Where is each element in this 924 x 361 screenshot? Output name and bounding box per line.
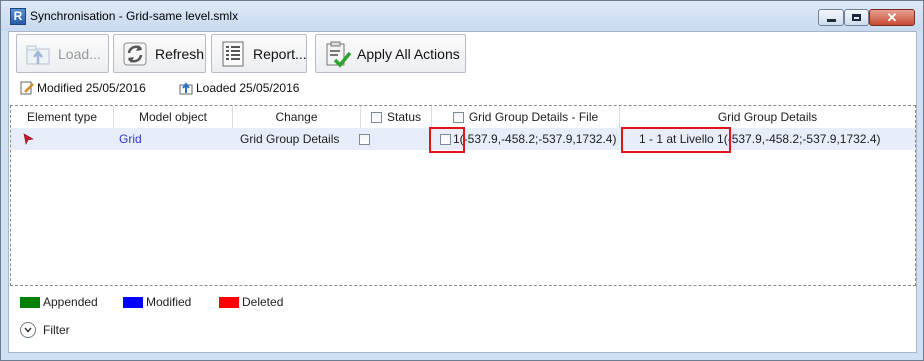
column-header-grid-group-details[interactable]: Grid Group Details — [620, 106, 915, 128]
legend-label: Deleted — [242, 295, 284, 309]
legend-label: Appended — [43, 295, 98, 309]
loaded-date: Loaded 25/05/2016 — [196, 81, 300, 95]
synchronisation-window: R Synchronisation - Grid-same level.smlx… — [0, 0, 924, 361]
title-bar[interactable]: R Synchronisation - Grid-same level.smlx… — [1, 1, 923, 31]
synchronisation-grid[interactable]: Element type Model object Change Status … — [10, 105, 916, 286]
column-header-model-object[interactable]: Model object — [114, 106, 233, 128]
legend-swatch-appended — [20, 296, 40, 308]
file-value-cell: 1(-537.9,-458.2;-537.9,1732.4) — [440, 128, 616, 150]
modified-date: Modified 25/05/2016 — [37, 81, 146, 95]
report-icon — [222, 41, 244, 66]
refresh-icon — [123, 42, 147, 65]
status-cell — [359, 128, 375, 150]
status-select-all-checkbox[interactable] — [370, 111, 382, 123]
file-select-all-checkbox[interactable] — [452, 111, 464, 123]
refresh-button[interactable]: Refresh — [113, 34, 206, 73]
expander-circle — [20, 322, 36, 338]
close-button[interactable]: ✕ — [869, 9, 915, 26]
apply-button-label: Apply All Actions — [357, 45, 460, 62]
model-object-link[interactable]: Grid — [119, 128, 142, 150]
refresh-button-label: Refresh — [155, 45, 205, 62]
element-type-cell — [23, 128, 34, 150]
column-label: Grid Group Details — [717, 110, 818, 124]
minimize-icon — [826, 18, 836, 22]
status-checkbox[interactable] — [359, 133, 370, 145]
load-button-label: Load... — [58, 45, 101, 62]
loaded-info: Loaded 25/05/2016 — [179, 81, 299, 95]
legend-swatch-modified — [123, 296, 143, 308]
minimize-button[interactable] — [818, 9, 844, 26]
modified-info: Modified 25/05/2016 — [20, 81, 146, 95]
column-header-element-type[interactable]: Element type — [11, 106, 114, 128]
grid-element-icon — [23, 133, 34, 145]
legend-label: Modified — [146, 295, 192, 309]
column-label: Element type — [26, 110, 98, 124]
maximize-icon — [852, 14, 861, 21]
legend-modified: Modified — [123, 295, 191, 309]
loaded-document-icon — [179, 82, 193, 95]
apply-actions-icon — [326, 41, 351, 68]
column-label: Change — [275, 110, 318, 124]
grid-header: Element type Model object Change Status … — [11, 106, 915, 129]
maximize-button[interactable] — [844, 9, 869, 26]
column-header-status[interactable]: Status — [361, 106, 432, 128]
window-title: Synchronisation - Grid-same level.smlx — [30, 9, 239, 23]
highlight-details-value-box — [621, 127, 731, 153]
column-header-grid-group-details-file[interactable]: Grid Group Details - File — [432, 106, 620, 128]
change-cell: Grid Group Details — [240, 132, 340, 146]
report-button-label: Report... — [253, 45, 307, 62]
legend-appended: Appended — [20, 295, 98, 309]
revit-app-icon: R — [10, 8, 26, 25]
load-button[interactable]: Load... — [16, 34, 109, 73]
apply-all-actions-button[interactable]: Apply All Actions — [315, 34, 466, 73]
column-label: Status — [386, 110, 422, 124]
filter-label: Filter — [43, 323, 70, 337]
dialog-body: Load... Refresh Report... Apply All Acti… — [8, 31, 917, 353]
file-value-text: 1(-537.9,-458.2;-537.9,1732.4) — [453, 132, 617, 146]
chevron-down-icon — [24, 327, 32, 333]
load-icon — [26, 45, 50, 64]
column-label: Model object — [138, 110, 208, 124]
close-icon: ✕ — [886, 10, 898, 25]
legend-deleted: Deleted — [219, 295, 283, 309]
legend-swatch-deleted — [219, 296, 239, 308]
column-label: Grid Group Details - File — [468, 110, 599, 124]
edit-document-icon — [20, 81, 34, 95]
filter-expander[interactable]: Filter — [20, 322, 70, 338]
report-button[interactable]: Report... — [211, 34, 307, 73]
column-header-change[interactable]: Change — [233, 106, 361, 128]
highlight-file-checkbox-box — [429, 127, 465, 153]
